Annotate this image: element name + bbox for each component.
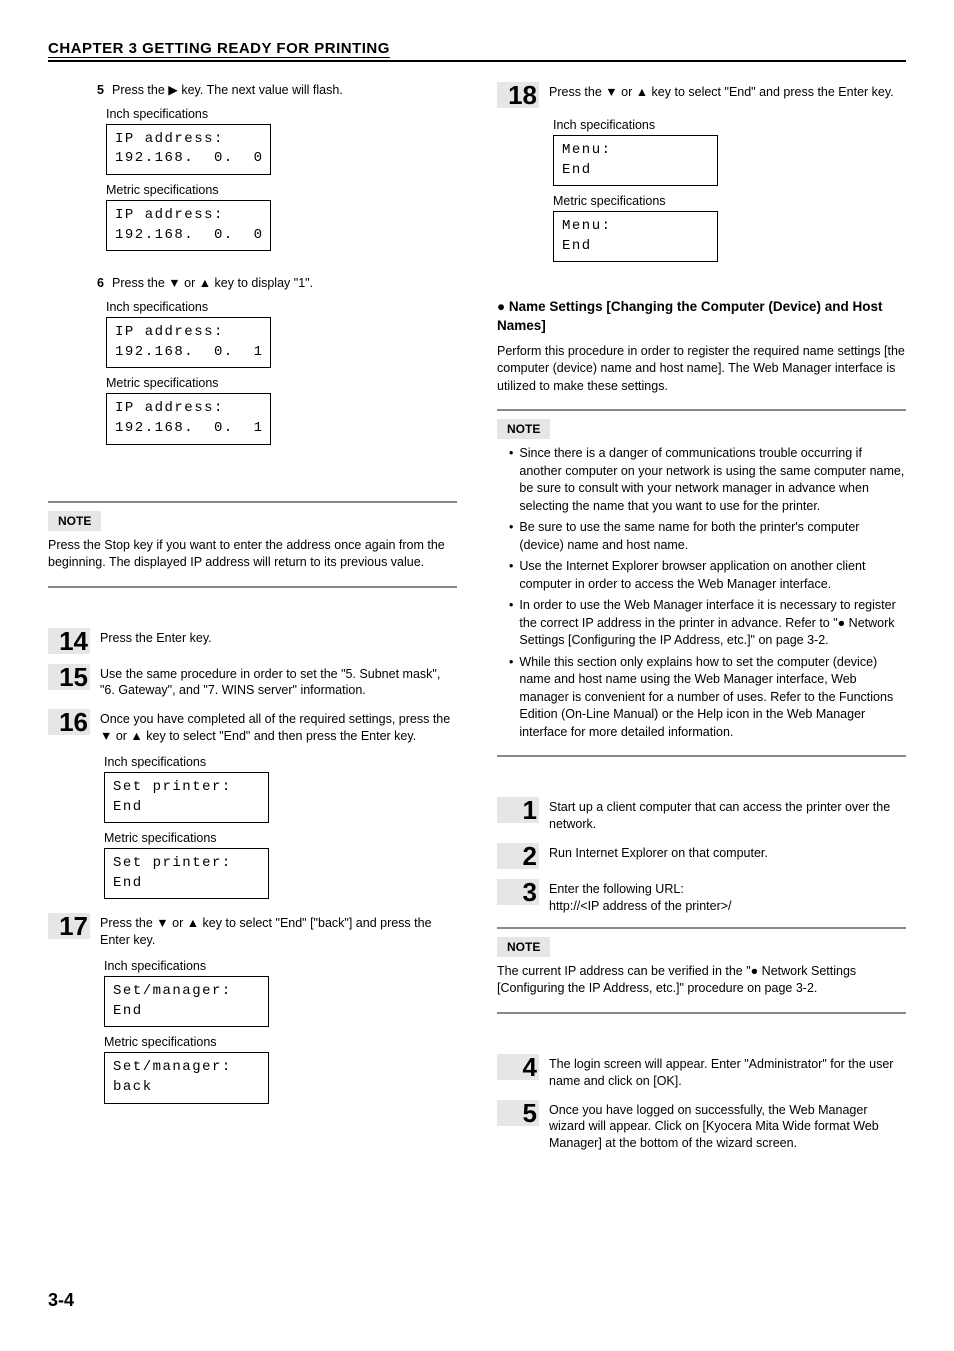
- step-text: Run Internet Explorer on that computer.: [549, 843, 906, 862]
- step-number-1: 1: [523, 797, 537, 823]
- lcd-line: End: [113, 799, 143, 815]
- lcd-display: IP address: 192.168. 0. 0: [106, 200, 271, 251]
- page-number: 3-4: [48, 1290, 74, 1311]
- spec-label-metric: Metric specifications: [106, 183, 457, 197]
- lcd-line: IP address:: [115, 131, 224, 147]
- lcd-line: End: [562, 162, 592, 178]
- lcd-line: IP address:: [115, 324, 224, 340]
- step-badge: 4: [497, 1054, 539, 1080]
- spec-label-metric: Metric specifications: [104, 1035, 457, 1049]
- note-text: Press the Stop key if you want to enter …: [48, 537, 457, 572]
- bullet-icon: •: [509, 445, 513, 515]
- lcd-line: 192.168. 0. 1: [115, 420, 264, 436]
- lcd-display: IP address: 192.168. 0. 0: [106, 124, 271, 175]
- step-text: Enter the following URL: http://<IP addr…: [549, 879, 906, 915]
- bullet-icon: •: [509, 519, 513, 554]
- note-bullet: Since there is a danger of communication…: [519, 445, 906, 515]
- note-label: NOTE: [497, 937, 550, 957]
- step-badge: 2: [497, 843, 539, 869]
- step-text: Once you have logged on successfully, th…: [549, 1100, 906, 1153]
- lcd-line: Set/manager:: [113, 983, 232, 999]
- spec-label-metric: Metric specifications: [553, 194, 906, 208]
- lcd-line: 192.168. 0. 1: [115, 344, 264, 360]
- spec-label-metric: Metric specifications: [106, 376, 457, 390]
- lcd-display: IP address: 192.168. 0. 1: [106, 317, 271, 368]
- spec-label-inch: Inch specifications: [106, 300, 457, 314]
- lcd-line: IP address:: [115, 400, 224, 416]
- step-text: The login screen will appear. Enter "Adm…: [549, 1054, 906, 1090]
- chapter-heading: CHAPTER 3 GETTING READY FOR PRINTING: [48, 40, 906, 62]
- step-badge: 3: [497, 879, 539, 905]
- step-text: Use the same procedure in order to set t…: [100, 664, 457, 700]
- step-number-6: 6: [92, 275, 104, 290]
- lcd-line: Menu:: [562, 142, 612, 158]
- note-bullet: In order to use the Web Manager interfac…: [519, 597, 906, 650]
- spec-label-metric: Metric specifications: [104, 831, 457, 845]
- lcd-display: IP address: 192.168. 0. 1: [106, 393, 271, 444]
- spec-label-inch: Inch specifications: [106, 107, 457, 121]
- lcd-line: End: [562, 238, 592, 254]
- lcd-display: Menu: End: [553, 211, 718, 262]
- step-number-14: 14: [59, 628, 88, 654]
- step-text: Press the ▶ key. The next value will fla…: [112, 82, 343, 99]
- step-badge: 14: [48, 628, 90, 654]
- step-badge: 16: [48, 709, 90, 735]
- lcd-display: Set/manager: End: [104, 976, 269, 1027]
- lcd-line: IP address:: [115, 207, 224, 223]
- note-bullet: Be sure to use the same name for both th…: [519, 519, 906, 554]
- bullet-icon: •: [509, 597, 513, 650]
- lcd-display: Set printer: End: [104, 772, 269, 823]
- bullet-icon: •: [509, 558, 513, 593]
- step-number-3: 3: [523, 879, 537, 905]
- step-text: Once you have completed all of the requi…: [100, 709, 457, 745]
- note-text: The current IP address can be verified i…: [497, 963, 906, 998]
- lcd-line: 192.168. 0. 0: [115, 150, 264, 166]
- spec-label-inch: Inch specifications: [104, 755, 457, 769]
- lcd-line: Menu:: [562, 218, 612, 234]
- lcd-line: Set printer:: [113, 855, 232, 871]
- step-badge: 5: [497, 1100, 539, 1126]
- step-number-15: 15: [59, 664, 88, 690]
- lcd-line: back: [113, 1079, 153, 1095]
- bullet-icon: •: [509, 654, 513, 742]
- lcd-line: 192.168. 0. 0: [115, 227, 264, 243]
- step-text: Press the ▼ or ▲ key to select "End" and…: [549, 82, 906, 101]
- spec-label-inch: Inch specifications: [553, 118, 906, 132]
- step-badge: 15: [48, 664, 90, 690]
- section-intro: Perform this procedure in order to regis…: [497, 343, 906, 396]
- step-number-5b: 5: [523, 1100, 537, 1126]
- note-label: NOTE: [48, 511, 101, 531]
- step-badge: 18: [497, 82, 539, 108]
- note-label: NOTE: [497, 419, 550, 439]
- left-column: 5 Press the ▶ key. The next value will f…: [48, 82, 457, 1162]
- note-bullet: Use the Internet Explorer browser applic…: [519, 558, 906, 593]
- step-number-18: 18: [508, 82, 537, 108]
- note-bullet: While this section only explains how to …: [519, 654, 906, 742]
- lcd-line: End: [113, 1003, 143, 1019]
- lcd-line: End: [113, 875, 143, 891]
- step-number-16: 16: [59, 709, 88, 735]
- spec-label-inch: Inch specifications: [104, 959, 457, 973]
- lcd-display: Set printer: End: [104, 848, 269, 899]
- section-heading-name-settings: ● Name Settings [Changing the Computer (…: [497, 298, 906, 334]
- step-number-5: 5: [92, 82, 104, 97]
- lcd-display: Set/manager: back: [104, 1052, 269, 1103]
- step-number-2: 2: [523, 843, 537, 869]
- lcd-display: Menu: End: [553, 135, 718, 186]
- step-badge: 17: [48, 913, 90, 939]
- lcd-line: Set printer:: [113, 779, 232, 795]
- step-text: Press the ▼ or ▲ key to display "1".: [112, 275, 313, 292]
- step-text: Start up a client computer that can acce…: [549, 797, 906, 833]
- lcd-line: Set/manager:: [113, 1059, 232, 1075]
- step-text: Press the ▼ or ▲ key to select "End" ["b…: [100, 913, 457, 949]
- step-number-4: 4: [523, 1054, 537, 1080]
- right-column: 18 Press the ▼ or ▲ key to select "End" …: [497, 82, 906, 1162]
- step-number-17: 17: [59, 913, 88, 939]
- step-badge: 1: [497, 797, 539, 823]
- step-text: Press the Enter key.: [100, 628, 457, 647]
